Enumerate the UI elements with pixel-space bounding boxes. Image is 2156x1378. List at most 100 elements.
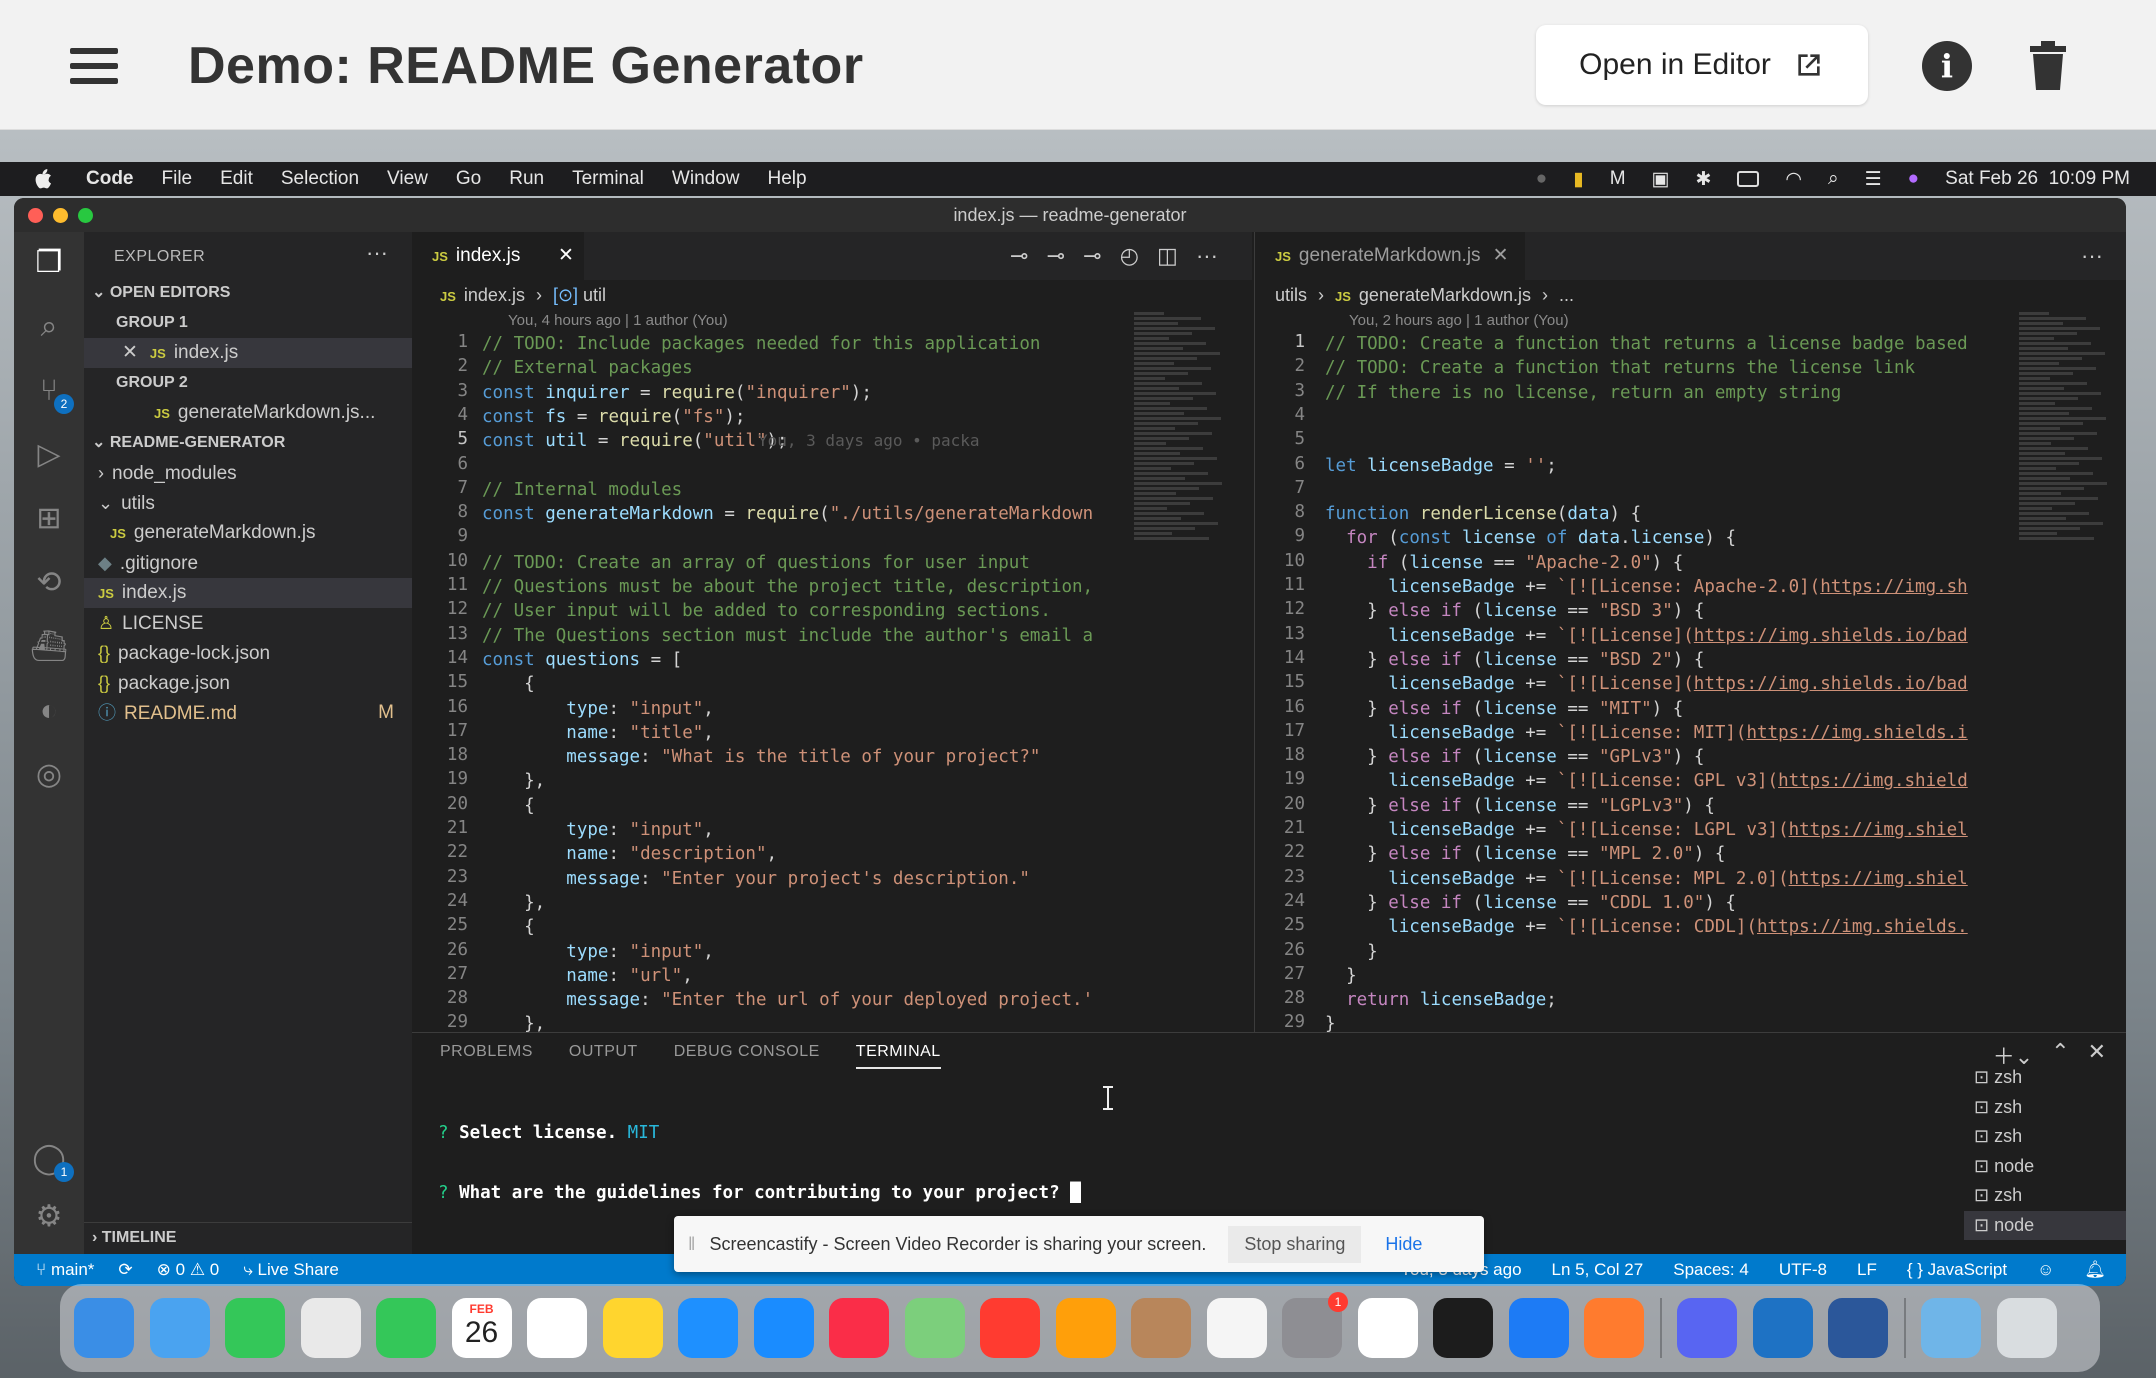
search-icon[interactable]: ⌕ [30, 308, 68, 346]
finder-icon[interactable] [74, 1298, 134, 1358]
terminal-icon[interactable] [1433, 1298, 1493, 1358]
minimize-window-button[interactable] [53, 208, 68, 223]
drag-handle-icon[interactable]: ‖ [688, 1234, 695, 1255]
code-line[interactable]: licenseBadge += `[![License](https://img… [1325, 672, 1968, 696]
code-line[interactable]: // TODO: Create a function that returns … [1325, 356, 1915, 380]
git-branch[interactable]: ⑂ main* [36, 1254, 94, 1286]
code-line[interactable]: } else if (license == "BSD 3") { [1325, 599, 1704, 623]
terminal-instance[interactable]: ⊡ zsh [1964, 1093, 2126, 1123]
code-line[interactable]: name: "url", [482, 964, 692, 988]
tree-item[interactable]: ⌄ utils [84, 488, 412, 518]
code-line[interactable]: type: "input", [482, 818, 714, 842]
gmail-icon[interactable]: M [1610, 168, 1626, 190]
code-line[interactable]: if (license == "Apache-2.0") { [1325, 551, 1683, 575]
tree-item[interactable]: {} package.json [84, 668, 412, 698]
code-line[interactable]: message: "What is the title of your proj… [482, 745, 1040, 769]
info-icon[interactable]: i [1922, 41, 1972, 91]
code-line[interactable]: } else if (license == "CDDL 1.0") { [1325, 891, 1736, 915]
xcode-icon[interactable] [1508, 1298, 1569, 1358]
discord-icon[interactable] [1677, 1298, 1737, 1358]
notifications-bell-icon[interactable]: 🔔︎ [2084, 1254, 2106, 1286]
code-line[interactable]: } else if (license == "MIT") { [1325, 697, 1683, 721]
code-line[interactable]: // External packages [482, 356, 693, 380]
shield-icon[interactable]: ▮ [1573, 168, 1583, 191]
docker-icon[interactable]: ⛴ [30, 628, 68, 666]
breadcrumb-file[interactable]: index.js [464, 285, 525, 305]
reminders-icon[interactable] [527, 1298, 587, 1358]
sync-icon[interactable]: ⟳ [118, 1254, 132, 1286]
open-editor-generatemarkdown[interactable]: JS generateMarkdown.js... [84, 398, 412, 428]
spotlight-search-icon[interactable]: ⌕ [1828, 168, 1839, 190]
minimap[interactable] [1128, 310, 1228, 1030]
tree-item[interactable]: ◆ .gitignore [84, 548, 412, 578]
open-editor-index-js[interactable]: ✕ JS index.js [84, 338, 412, 368]
gitlens-icon[interactable]: ◎ [30, 756, 68, 794]
tab-index-js[interactable]: JS index.js ✕ [412, 232, 584, 280]
code-line[interactable]: function renderLicense(data) { [1325, 502, 1641, 526]
code-line[interactable]: const fs = require("fs"); [482, 405, 745, 429]
code-line[interactable]: const util = require("util"); [482, 429, 788, 453]
open-editors-section[interactable]: ⌄ OPEN EDITORS [84, 278, 412, 308]
more-actions-icon[interactable]: ··· [2081, 232, 2103, 280]
tab-terminal[interactable]: TERMINAL [855, 1043, 941, 1069]
timeline-section[interactable]: › TIMELINE [84, 1222, 412, 1252]
close-tab-icon[interactable]: ✕ [558, 232, 574, 280]
sketch-icon[interactable] [1584, 1298, 1644, 1358]
codelens-blame[interactable]: You, 2 hours ago | 1 author (You) [1349, 312, 1569, 329]
trash-icon[interactable] [2028, 40, 2068, 92]
hide-button[interactable]: Hide [1385, 1234, 1422, 1255]
problems-count[interactable]: ⊗ 0 ⚠ 0 [157, 1254, 220, 1286]
bluetooth-icon[interactable]: ✱ [1695, 168, 1711, 191]
code-line[interactable]: } else if (license == "MPL 2.0") { [1325, 842, 1725, 866]
split-editor-icon[interactable]: ◫ [1157, 243, 1178, 268]
calendar-icon[interactable]: FEB 26 [451, 1298, 512, 1358]
open-in-editor-button[interactable]: Open in Editor [1536, 25, 1868, 105]
menu-clock[interactable]: Sat Feb 26 10:09 PM [1945, 168, 2130, 190]
tree-item[interactable]: JS generateMarkdown.js [84, 518, 412, 548]
code-line[interactable]: } else if (license == "LGPLv3") { [1325, 794, 1715, 818]
terminal-instance[interactable]: ⊡ zsh [1964, 1181, 2126, 1211]
encoding[interactable]: UTF-8 [1779, 1254, 1827, 1286]
cursor-position[interactable]: Ln 5, Col 27 [1552, 1254, 1644, 1286]
code-line[interactable]: }, [482, 1012, 545, 1032]
close-window-button[interactable] [28, 208, 43, 223]
code-line[interactable]: licenseBadge += `[![License: MIT](https:… [1325, 721, 1968, 745]
code-line[interactable]: { [482, 794, 535, 818]
tree-item[interactable]: ♙ LICENSE [84, 608, 412, 638]
code-line[interactable]: const questions = [ [482, 648, 682, 672]
maximize-window-button[interactable] [78, 208, 93, 223]
code-line[interactable]: // TODO: Create a function that returns … [1325, 332, 1968, 356]
terminal-instance[interactable]: ⊡ node [1964, 1210, 2126, 1240]
terminal-instance[interactable]: ⊡ zsh [1964, 1063, 2126, 1093]
code-line[interactable]: message: "Enter the url of your deployed… [482, 988, 1093, 1012]
code-line[interactable]: licenseBadge += `[![License: MPL 2.0](ht… [1325, 867, 1968, 891]
extensions-icon[interactable]: ⊞ [30, 500, 68, 538]
code-line[interactable]: // The Questions section must include th… [482, 624, 1093, 648]
menu-app-code[interactable]: Code [86, 168, 134, 190]
project-folder-section[interactable]: ⌄ README-GENERATOR [84, 428, 412, 458]
tab-debug-console[interactable]: DEBUG CONSOLE [674, 1043, 820, 1069]
code-line[interactable]: licenseBadge += `[![License](https://img… [1325, 624, 1968, 648]
next-change-icon[interactable]: ⊸ [1083, 243, 1101, 268]
menu-edit[interactable]: Edit [220, 168, 253, 190]
code-line[interactable]: { [482, 672, 535, 696]
menu-selection[interactable]: Selection [281, 168, 359, 190]
tree-item[interactable]: JS index.js [84, 578, 412, 608]
code-line[interactable]: }, [482, 769, 545, 793]
battery-icon[interactable] [1737, 171, 1760, 187]
system-preferences-icon[interactable]: 1 [1282, 1292, 1348, 1358]
menu-view[interactable]: View [387, 168, 428, 190]
contacts-icon[interactable] [1131, 1298, 1191, 1358]
code-line[interactable]: name: "description", [482, 842, 777, 866]
facetime-icon[interactable] [376, 1298, 436, 1358]
tree-item[interactable]: ⓘ README.md M [84, 698, 412, 728]
code-line[interactable]: // Internal modules [482, 478, 682, 502]
breadcrumb-file[interactable]: generateMarkdown.js [1359, 285, 1531, 305]
code-line[interactable]: name: "title", [482, 721, 714, 745]
codelens-blame[interactable]: You, 4 hours ago | 1 author (You) [508, 312, 728, 329]
word-icon[interactable] [1828, 1298, 1888, 1358]
pages-icon[interactable] [1055, 1298, 1116, 1358]
code-line[interactable]: // TODO: Include packages needed for thi… [482, 332, 1040, 356]
menu-help[interactable]: Help [768, 168, 807, 190]
code-line[interactable]: }, [482, 891, 545, 915]
